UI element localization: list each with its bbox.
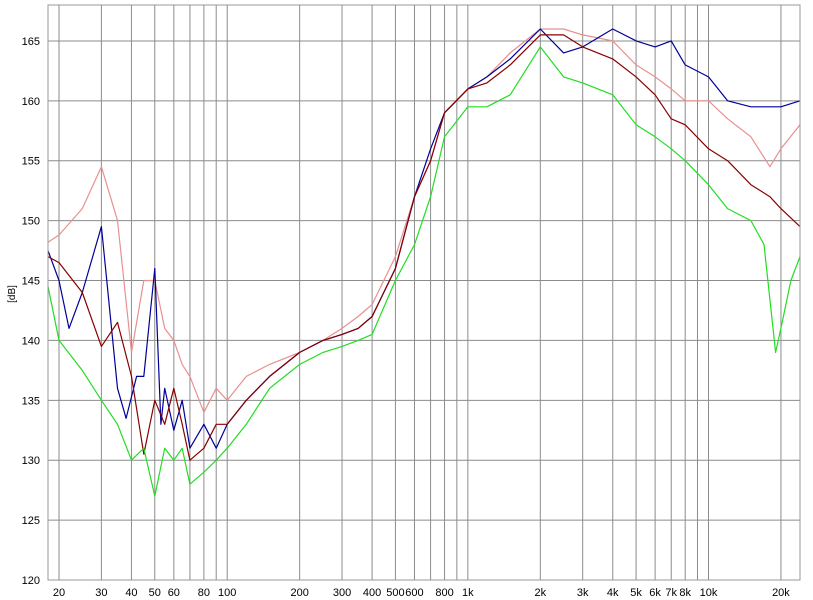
x-tick-label: 400 [363,587,381,599]
y-tick-label: 160 [22,96,40,108]
y-tick-label: 145 [22,276,40,288]
x-tick-label: 3k [577,587,589,599]
x-tick-label: 5k [630,587,642,599]
y-tick-label: 150 [22,216,40,228]
x-tick-label: 60 [168,587,180,599]
y-tick-label: 130 [22,455,40,467]
x-tick-label: 80 [198,587,210,599]
y-tick-labels: 120 125 130 135 140 145 150 155 160 165 [22,36,40,587]
x-tick-label: 100 [218,587,236,599]
x-tick-label: 500 [386,587,404,599]
x-tick-label: 6k [649,587,661,599]
y-tick-label: 165 [22,36,40,48]
x-tick-label: 20k [772,587,790,599]
x-tick-label: 2k [534,587,546,599]
x-tick-label: 300 [333,587,351,599]
x-tick-label: 40 [125,587,137,599]
frequency-response-chart: 120 125 130 135 140 145 150 155 160 165 20 30 40 50 6… [7,4,801,599]
x-tick-label: 30 [95,587,107,599]
x-tick-labels: 20 30 40 50 60 80 100 200 300 400 500 600 800 1k 2k 3k 4… [53,587,790,599]
y-tick-label: 140 [22,335,40,347]
y-tick-label: 125 [22,515,40,527]
x-tick-label: 20 [53,587,65,599]
x-tick-label: 8k [679,587,691,599]
plot-area-background [48,5,800,580]
x-tick-label: 7k [665,587,677,599]
x-tick-label: 800 [435,587,453,599]
y-tick-label: 155 [22,156,40,168]
x-tick-label: 200 [290,587,308,599]
y-tick-label: 120 [22,575,40,587]
x-tick-label: 50 [149,587,161,599]
x-tick-label: 10k [700,587,718,599]
x-tick-label: 4k [607,587,619,599]
x-tick-label: 1k [462,587,474,599]
y-tick-label: 135 [22,395,40,407]
y-axis-label: [dB] [7,285,18,303]
x-tick-label: 600 [405,587,423,599]
